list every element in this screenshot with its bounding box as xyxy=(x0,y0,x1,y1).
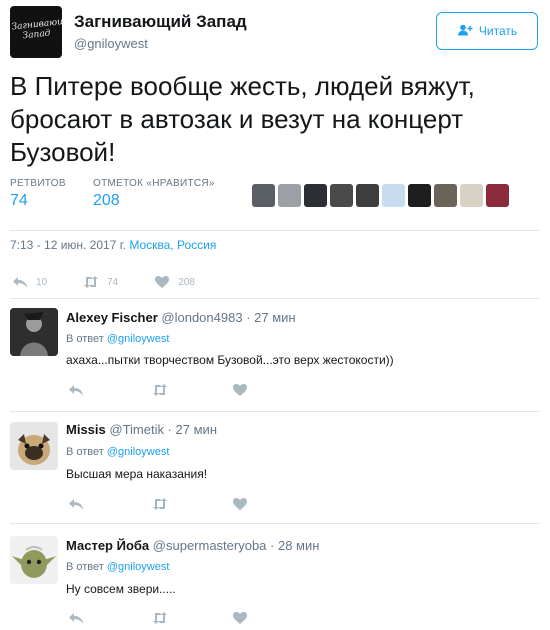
reply-action[interactable] xyxy=(68,383,84,397)
retweet-count: 74 xyxy=(107,276,119,288)
liker-avatar-4[interactable] xyxy=(330,184,353,207)
tweet-text: В Питере вообще жесть, людей вяжут, брос… xyxy=(10,71,475,167)
reply-text: Высшая мера наказания! xyxy=(66,467,208,481)
avatar[interactable] xyxy=(10,536,58,584)
liker-avatar-8[interactable] xyxy=(434,184,457,207)
retweet-action[interactable]: 74 xyxy=(83,275,118,289)
reply-item[interactable]: Alexey Fischer @london4983 · 27 мин В от… xyxy=(0,300,550,410)
tweet-time[interactable]: 7:13 - 12 июн. 2017 г. xyxy=(10,238,126,252)
reply-to-mention[interactable]: @gniloywest xyxy=(107,561,170,573)
liker-avatar-6[interactable] xyxy=(382,184,405,207)
reply-action[interactable] xyxy=(68,611,84,625)
reply-to-prefix: В ответ xyxy=(66,446,104,458)
reply-to-line: В ответ @gniloywest xyxy=(66,561,169,573)
reply-action[interactable]: 10 xyxy=(12,275,47,289)
liker-avatar-1[interactable] xyxy=(252,184,275,207)
reply-actions xyxy=(68,494,284,514)
heart-icon xyxy=(233,498,247,510)
avatar[interactable] xyxy=(10,308,58,356)
reply-author-name[interactable]: Alexey Fischer xyxy=(66,310,158,325)
reply-to-prefix: В ответ xyxy=(66,561,104,573)
reply-author-name[interactable]: Мастер Йоба xyxy=(66,538,149,553)
liker-avatars xyxy=(252,184,509,207)
like-action[interactable] xyxy=(232,383,248,397)
follow-button[interactable]: Читать xyxy=(436,12,538,50)
reply-item[interactable]: Мастер Йоба @supermasteryoba · 28 мин В … xyxy=(0,524,550,630)
reply-text: Ну совсем звери..... xyxy=(66,582,176,596)
liker-avatar-10[interactable] xyxy=(486,184,509,207)
reply-to-mention[interactable]: @gniloywest xyxy=(107,446,170,458)
likes-label: ОТМЕТОК «НРАВИТСЯ» xyxy=(93,178,215,189)
retweets-stat[interactable]: РЕТВИТОВ 74 xyxy=(10,178,66,210)
likes-count: 208 xyxy=(93,192,120,209)
liker-avatar-2[interactable] xyxy=(278,184,301,207)
retweet-action[interactable] xyxy=(152,497,168,511)
retweet-icon xyxy=(153,612,167,624)
divider xyxy=(10,298,540,299)
like-action[interactable] xyxy=(232,611,248,625)
retweet-icon xyxy=(84,276,99,288)
heart-icon xyxy=(155,276,170,288)
likes-stat[interactable]: ОТМЕТОК «НРАВИТСЯ» 208 xyxy=(93,178,215,210)
reply-icon xyxy=(69,499,83,510)
reply-count: 10 xyxy=(36,276,48,288)
retweet-icon xyxy=(153,384,167,396)
reply-author-handle[interactable]: @london4983 xyxy=(161,310,242,325)
like-action[interactable]: 208 xyxy=(154,275,195,289)
avatar[interactable] xyxy=(10,422,58,470)
reply-item[interactable]: Missis @Timetik · 27 мин В ответ @gniloy… xyxy=(0,412,550,522)
liker-avatar-7[interactable] xyxy=(408,184,431,207)
tweet-stats: РЕТВИТОВ 74 ОТМЕТОК «НРАВИТСЯ» 208 xyxy=(10,178,540,224)
tweet-actions: 10 74 208 xyxy=(12,272,231,292)
reply-text: ахаха...пытки творчеством Бузовой...это … xyxy=(66,353,394,367)
retweet-action[interactable] xyxy=(152,383,168,397)
retweet-icon xyxy=(153,498,167,510)
author-avatar[interactable]: Загнивающий Запад xyxy=(10,6,62,58)
reply-action[interactable] xyxy=(68,497,84,511)
reply-to-line: В ответ @gniloywest xyxy=(66,333,169,345)
reply-author-handle[interactable]: @Timetik xyxy=(109,422,164,437)
avatar-logo: Загнивающий Запад xyxy=(11,15,62,42)
reply-icon xyxy=(69,385,83,396)
reply-header: Missis @Timetik · 27 мин xyxy=(66,422,217,437)
heart-icon xyxy=(233,384,247,396)
reply-icon xyxy=(13,277,27,288)
reply-actions xyxy=(68,608,284,628)
reply-header: Мастер Йоба @supermasteryoba · 28 мин xyxy=(66,538,319,553)
reply-author-name[interactable]: Missis xyxy=(66,422,106,437)
tweet-header: Загнивающий Запад Загнивающий Запад @gni… xyxy=(10,6,540,62)
heart-icon xyxy=(233,612,247,624)
reply-header: Alexey Fischer @london4983 · 27 мин xyxy=(66,310,296,325)
reply-time[interactable]: · 27 мин xyxy=(168,422,217,437)
retweets-label: РЕТВИТОВ xyxy=(10,178,66,189)
divider xyxy=(10,230,540,231)
author-name[interactable]: Загнивающий Запад xyxy=(74,12,247,32)
liker-avatar-9[interactable] xyxy=(460,184,483,207)
reply-time[interactable]: · 28 мин xyxy=(270,538,319,553)
reply-author-handle[interactable]: @supermasteryoba xyxy=(153,538,267,553)
reply-to-line: В ответ @gniloywest xyxy=(66,446,169,458)
reply-time[interactable]: · 27 мин xyxy=(246,310,295,325)
follow-button-label: Читать xyxy=(478,24,518,38)
tweet-location[interactable]: Москва, Россия xyxy=(129,238,216,252)
like-count: 208 xyxy=(178,276,195,288)
liker-avatar-5[interactable] xyxy=(356,184,379,207)
retweets-count: 74 xyxy=(10,192,28,209)
reply-actions xyxy=(68,380,284,400)
reply-to-mention[interactable]: @gniloywest xyxy=(107,333,170,345)
reply-icon xyxy=(69,613,83,624)
tweet-timestamp: 7:13 - 12 июн. 2017 г. Москва, Россия xyxy=(10,238,216,252)
liker-avatar-3[interactable] xyxy=(304,184,327,207)
follow-user-icon xyxy=(457,24,473,39)
like-action[interactable] xyxy=(232,497,248,511)
reply-to-prefix: В ответ xyxy=(66,333,104,345)
author-handle[interactable]: @gniloywest xyxy=(74,36,148,51)
retweet-action[interactable] xyxy=(152,611,168,625)
